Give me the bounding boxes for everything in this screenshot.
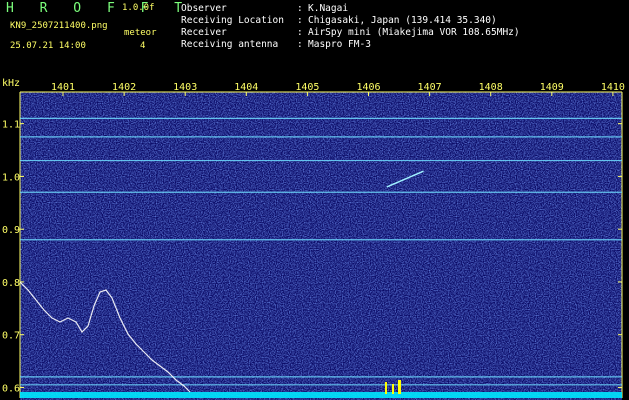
- y-tick-label: 0.8: [2, 278, 20, 289]
- x-tick-label: 1402: [112, 82, 136, 93]
- x-tick-label: 1407: [418, 82, 442, 93]
- spectrogram-chart: kHz 1401 1402 1403 1404 1405 1406 1407 1408 1409 1…: [2, 78, 625, 400]
- x-tick-label: 1410: [601, 82, 625, 93]
- x-tick-label: 1406: [356, 82, 380, 93]
- x-tick-label: 1405: [295, 82, 319, 93]
- x-tick-label: 1408: [479, 82, 503, 93]
- x-tick-label: 1403: [173, 82, 197, 93]
- noise-floor-spike: [392, 384, 394, 394]
- plot-noise: [20, 92, 622, 400]
- noise-floor-spike: [398, 380, 401, 394]
- y-tick-label: 0.6: [2, 383, 20, 394]
- y-tick-label: 0.7: [2, 331, 20, 342]
- y-unit-label: kHz: [2, 78, 20, 89]
- y-tick-label: 0.9: [2, 225, 20, 236]
- noise-floor-band: [20, 392, 622, 398]
- x-tick-label: 1401: [51, 82, 75, 93]
- y-tick-label: 1.1: [2, 120, 20, 131]
- x-tick-label: 1409: [540, 82, 564, 93]
- y-tick-label: 1.0: [2, 172, 20, 183]
- noise-floor-spike: [385, 382, 387, 394]
- x-tick-label: 1404: [234, 82, 258, 93]
